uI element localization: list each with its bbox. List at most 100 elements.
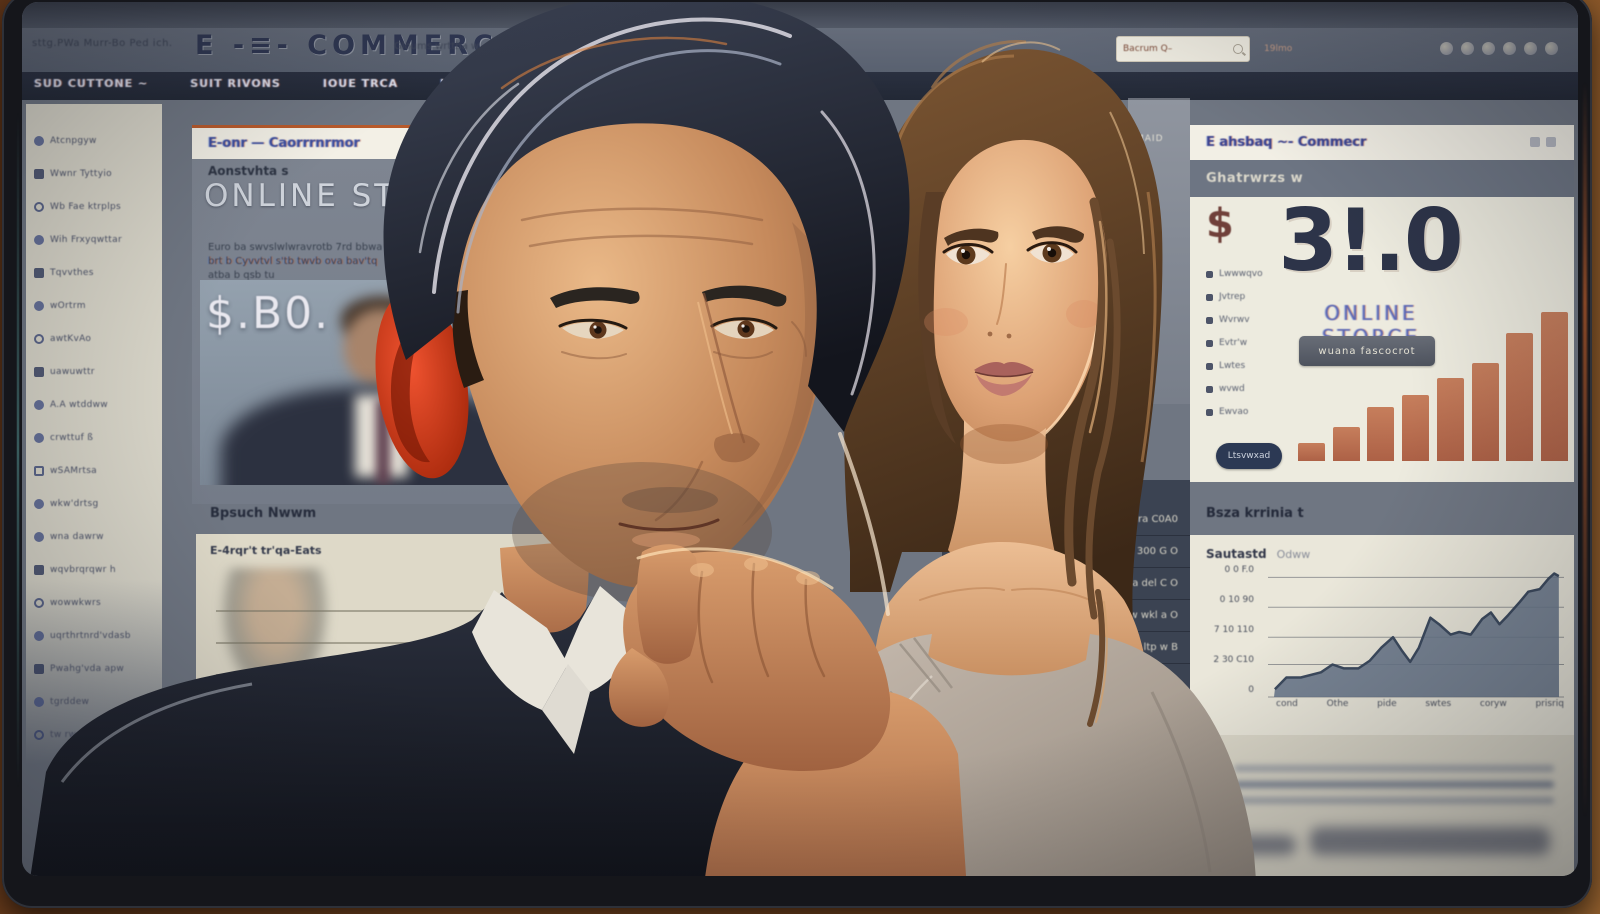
search-input[interactable]: Bacrum Q–	[1116, 36, 1250, 62]
menu-glyph-icon	[34, 466, 44, 476]
sidebar-item-label: Wwnr Tyttyio	[50, 169, 112, 179]
nav-item[interactable]: IVMw	[440, 77, 478, 90]
sidebar-item[interactable]: Wih Frxyqwttar	[26, 223, 162, 256]
sidebar-item[interactable]: wkw'drtsg	[26, 487, 162, 520]
woman-eyes	[944, 243, 1076, 265]
man-eyes	[560, 319, 776, 339]
blurred-text-line	[1234, 781, 1554, 788]
blurred-blob	[1310, 827, 1550, 855]
sidebar-item[interactable]: tgrddew	[26, 685, 162, 718]
product-card-brand[interactable]: E-onr — Caorrrnrmor	[208, 136, 360, 151]
pill-button[interactable]: Ltsvwxad	[1216, 443, 1282, 469]
table-row[interactable]: w ww wkl a O	[942, 600, 1190, 632]
stats-menu-item[interactable]: Lwtes	[1206, 361, 1263, 371]
nav-item[interactable]: IOUE TRCA	[323, 77, 398, 90]
table-row[interactable]: aat a.q awura C0A0	[942, 504, 1190, 536]
sidebar-item[interactable]: Wb Fae ktrplps	[26, 190, 162, 223]
x-axis-tick: swtes	[1425, 699, 1451, 709]
stats-menu-item[interactable]: Wvrwv	[1206, 315, 1263, 325]
toolbar-icon[interactable]	[1440, 42, 1453, 55]
man-nose	[704, 294, 744, 442]
stats-brand[interactable]: E ahsbaq ~- Commecr	[1206, 135, 1366, 150]
blurred-blob	[1226, 835, 1296, 855]
menu-glyph-icon	[1206, 271, 1213, 278]
stats-menu-item[interactable]: Jvtrep	[1206, 292, 1263, 302]
menu-glyph-icon	[34, 697, 44, 707]
menu-glyph-icon	[34, 730, 44, 740]
sidebar-item[interactable]: wowwkwrs	[26, 586, 162, 619]
sidebar-item-label: uqrthrtnrd'vdasb	[50, 631, 131, 641]
toolbar-icon[interactable]	[1524, 42, 1537, 55]
row-label: A.00	[974, 546, 1008, 557]
man-forearm	[702, 689, 968, 876]
x-axis-tick: Othe	[1327, 699, 1349, 709]
stats-menu-item[interactable]: wvwd	[1206, 384, 1263, 394]
stats-menu-item[interactable]: Ewvao	[1206, 407, 1263, 417]
toolbar-icons	[1440, 42, 1558, 55]
sidebar-item[interactable]: awtKvAo	[26, 322, 162, 355]
menu-glyph-icon	[1206, 317, 1213, 324]
row-value: Ba del C O	[1125, 578, 1178, 589]
stats-menu-item[interactable]: Lwwwqvo	[1206, 269, 1263, 279]
screen-top-shade	[22, 2, 1578, 30]
nav-item[interactable]: SUIT RIVONS	[190, 77, 281, 90]
sidebar-item-label: Wb Fae ktrplps	[50, 202, 121, 212]
menu-glyph-icon	[1206, 340, 1213, 347]
sidebar-item[interactable]: Pwahg'vda apw	[26, 652, 162, 685]
sidebar-item[interactable]: wna dawrw	[26, 520, 162, 553]
header-left-text: sttg.PWa Murr-Bo Ped ich.	[32, 38, 173, 49]
row-divider	[216, 642, 546, 644]
sidebar-item[interactable]: crwttuf ß	[26, 421, 162, 454]
sidebar-item[interactable]: Atcnpgyw	[26, 124, 162, 157]
sidebar-item[interactable]: A.A wtddww	[26, 388, 162, 421]
sidebar-item[interactable]: uqrthrtnrd'vdasb	[26, 619, 162, 652]
toolbar-icon[interactable]	[1482, 42, 1495, 55]
sidebar-item[interactable]: uawuwttr	[26, 355, 162, 388]
table-row[interactable]: A.00 O ba wb 300 G O	[942, 536, 1190, 568]
sidebar-item[interactable]: wSAMrtsa	[26, 454, 162, 487]
toolbar-icon[interactable]	[1545, 42, 1558, 55]
sidebar-item[interactable]: wOrtrm	[26, 289, 162, 322]
sidebar: Atcnpgyw Wwnr Tyttyio Wb Fae ktrplps	[26, 104, 162, 764]
sidebar-item-label: wSAMrtsa	[50, 466, 97, 476]
menu-glyph-icon	[34, 268, 44, 278]
sidebar-item[interactable]: tw rwqddrtdwqw	[26, 718, 162, 751]
nav-item[interactable]: SUD CUTTONE ~	[34, 77, 148, 90]
stats-menu-label: wvwd	[1219, 384, 1245, 394]
sidebar-item[interactable]: wqvbrqrqwr h	[26, 553, 162, 586]
row-divider	[216, 610, 546, 612]
orders-list-panel: aat a.q awura C0A0 A.00 O ba wb 300 G O …	[942, 480, 1190, 694]
strip-label: MAID	[1136, 134, 1164, 144]
bar	[1541, 312, 1568, 461]
sidebar-item-label: wOrtrm	[50, 301, 86, 311]
table-row[interactable]: wd a ltp w B	[942, 632, 1190, 664]
row-value: ww wkl a O	[1121, 610, 1178, 621]
blurred-text-line	[1234, 797, 1554, 804]
sidebar-item[interactable]: Wwnr Tyttyio	[26, 157, 162, 190]
sidebar-item[interactable]: Tqvvthes	[26, 256, 162, 289]
row-mid-value: O	[1018, 546, 1026, 557]
menu-glyph-icon	[34, 400, 44, 410]
man-hand	[609, 544, 890, 771]
toolbar-icon[interactable]	[1503, 42, 1516, 55]
bar	[1506, 333, 1533, 461]
trend-card: SautastdOdww 0 0 F.00 10 907 10 1102 30 …	[1190, 535, 1574, 735]
x-axis-tick: prisriq	[1535, 699, 1564, 709]
mini-icon	[1530, 137, 1540, 147]
toolbar-icon[interactable]	[1461, 42, 1474, 55]
menu-glyph-icon	[34, 631, 44, 641]
currency-icon: $	[1206, 201, 1234, 247]
photo-tie	[376, 399, 390, 485]
orders-section-heading: Bpsuch Nwwm	[210, 506, 316, 521]
menu-glyph-icon	[34, 565, 44, 575]
stats-menu-item[interactable]: Evtr'w	[1206, 338, 1263, 348]
bar-chart	[1286, 292, 1568, 461]
menu-glyph-icon	[34, 433, 44, 443]
table-row[interactable]: tkp Ba del C O	[942, 568, 1190, 600]
ghost-portrait	[220, 568, 330, 700]
stats-menu-label: Ewvao	[1219, 407, 1248, 417]
man-mouth	[620, 520, 718, 548]
sidebar-item-label: Atcnpgyw	[50, 136, 97, 146]
stats-card-header: E ahsbaq ~- Commecr	[1190, 125, 1574, 160]
sidebar-item-label: crwttuf ß	[50, 433, 93, 443]
